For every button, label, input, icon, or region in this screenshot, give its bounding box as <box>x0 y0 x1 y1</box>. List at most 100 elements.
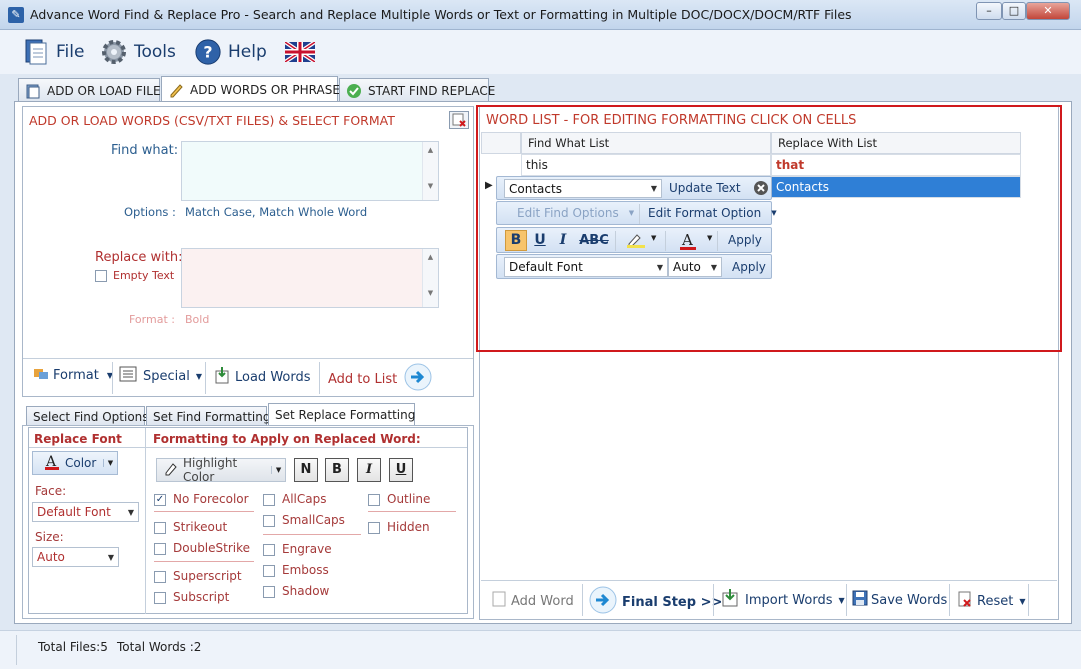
shadow-option[interactable]: Shadow <box>263 584 329 598</box>
edit-text-bar: Contacts ▼ Update Text <box>496 176 772 200</box>
popup-size-select[interactable]: Auto ▼ <box>668 257 722 277</box>
popup-strike-button[interactable]: ABC <box>577 230 611 251</box>
tab-start-find-replace[interactable]: START FIND REPLACE <box>339 78 495 102</box>
tab-add-files-label: ADD OR LOAD FILES <box>47 83 169 98</box>
no-forecolor-option[interactable]: ✓ No Forecolor <box>154 492 249 506</box>
row2-replace-cell[interactable]: Contacts <box>771 176 1021 198</box>
subscript-checkbox[interactable] <box>154 591 166 604</box>
special-icon <box>119 366 137 386</box>
font-toolbar-bar: Default Font ▼ Auto ▼ Apply <box>496 254 772 279</box>
highlight-icon <box>163 461 179 480</box>
shadow-checkbox[interactable] <box>263 585 275 598</box>
popup-bold-button[interactable]: B <box>505 230 527 251</box>
superscript-checkbox[interactable] <box>154 570 166 583</box>
format-normal-button[interactable]: N <box>294 458 318 482</box>
load-words-button[interactable]: Load Words <box>213 366 311 388</box>
add-words-title: ADD OR LOAD WORDS (CSV/TXT FILES) & SELE… <box>29 113 395 128</box>
row1-replace-cell[interactable]: that <box>771 154 1021 176</box>
row1-find-cell[interactable]: this <box>521 154 771 176</box>
final-step-button[interactable]: Final Step >> <box>588 585 722 619</box>
update-text-button[interactable]: Update Text <box>669 181 741 195</box>
add-to-list-button[interactable]: Add to List <box>328 362 433 396</box>
file-icon <box>22 38 50 66</box>
size-select[interactable]: Auto ▼ <box>32 547 119 567</box>
replace-formatting-inner: Replace Font Formatting to Apply on Repl… <box>28 427 468 614</box>
emboss-option[interactable]: Emboss <box>263 563 329 577</box>
menu-help[interactable]: ? Help <box>194 36 267 68</box>
tab-add-files[interactable]: ADD OR LOAD FILES <box>18 78 168 102</box>
reset-button[interactable]: Reset ▼ <box>957 590 1025 612</box>
smallcaps-checkbox[interactable] <box>263 514 275 527</box>
status-bar: Total Files:5 Total Words :2 <box>0 630 1081 669</box>
format-italic-button[interactable]: I <box>357 458 381 482</box>
uk-flag-icon[interactable] <box>283 40 317 65</box>
tab-find-options[interactable]: Select Find Options <box>26 406 149 426</box>
svg-text:?: ? <box>203 43 212 62</box>
replace-scrollbar[interactable]: ▲ ▼ <box>422 249 438 307</box>
import-words-button[interactable]: Import Words ▼ <box>720 588 845 612</box>
grid-corner <box>481 132 521 154</box>
menu-file[interactable]: File <box>22 36 84 68</box>
popup-apply-font-button[interactable]: Apply <box>732 260 766 274</box>
no-forecolor-checkbox[interactable]: ✓ <box>154 493 166 506</box>
popup-highlight-icon[interactable] <box>625 231 647 252</box>
allcaps-checkbox[interactable] <box>263 493 275 506</box>
format-label: Format : <box>129 313 175 326</box>
minimize-button[interactable]: – <box>976 2 1002 20</box>
popup-apply-format-button[interactable]: Apply <box>728 233 762 247</box>
strikeout-checkbox[interactable] <box>154 521 166 534</box>
find-scrollbar[interactable]: ▲ ▼ <box>422 142 438 200</box>
col-find-header[interactable]: Find What List <box>521 132 771 154</box>
outline-checkbox[interactable] <box>368 493 380 506</box>
face-select[interactable]: Default Font ▼ <box>32 502 139 522</box>
cancel-icon[interactable] <box>753 180 769 199</box>
popup-fontcolor-icon[interactable]: A <box>677 230 699 255</box>
edit-format-option-button[interactable]: Edit Format Option ▼ <box>648 206 777 220</box>
find-what-input[interactable]: ▲ ▼ <box>181 141 439 201</box>
popup-font-select[interactable]: Default Font ▼ <box>504 257 668 277</box>
strikeout-option[interactable]: Strikeout <box>154 520 227 534</box>
smallcaps-option[interactable]: SmallCaps <box>263 513 345 527</box>
close-button[interactable]: ✕ <box>1026 2 1070 20</box>
col-replace-header[interactable]: Replace With List <box>771 132 1021 154</box>
format-button[interactable]: Format ▼ <box>33 366 113 384</box>
save-words-button[interactable]: Save Words <box>852 590 947 610</box>
format-bold-button[interactable]: B <box>325 458 349 482</box>
menu-tools[interactable]: Tools <box>100 36 176 68</box>
subscript-option[interactable]: Subscript <box>154 590 229 604</box>
final-step-arrow-icon <box>588 585 618 619</box>
row-pointer-icon: ▶ <box>485 180 493 191</box>
replace-with-input[interactable]: ▲ ▼ <box>181 248 439 308</box>
clear-icon[interactable] <box>449 111 469 129</box>
add-words-group: ADD OR LOAD WORDS (CSV/TXT FILES) & SELE… <box>22 106 474 397</box>
engrave-option[interactable]: Engrave <box>263 542 332 556</box>
popup-italic-button[interactable]: I <box>555 230 571 251</box>
edit-text-input[interactable]: Contacts ▼ <box>504 179 662 198</box>
emboss-checkbox[interactable] <box>263 564 275 577</box>
edit-find-options-button[interactable]: Edit Find Options ▼ <box>517 206 634 220</box>
superscript-option[interactable]: Superscript <box>154 569 242 583</box>
format-underline-button[interactable]: U <box>389 458 413 482</box>
allcaps-option[interactable]: AllCaps <box>263 492 326 506</box>
doublestrike-checkbox[interactable] <box>154 542 166 555</box>
tab-add-words[interactable]: ADD WORDS OR PHRASES <box>161 76 348 102</box>
color-button[interactable]: A Color ▼ <box>32 451 118 475</box>
hidden-option[interactable]: Hidden <box>368 520 430 534</box>
highlight-color-button[interactable]: Highlight Color ▼ <box>156 456 286 484</box>
maximize-button[interactable]: □ <box>1002 2 1026 20</box>
popup-underline-button[interactable]: U <box>531 230 549 251</box>
app-icon: ✎ <box>8 7 24 23</box>
tab-start-label: START FIND REPLACE <box>368 83 496 98</box>
outline-option[interactable]: Outline <box>368 492 430 506</box>
tab-find-formatting[interactable]: Set Find Formatting <box>146 406 270 426</box>
empty-text-checkbox[interactable] <box>95 270 107 282</box>
add-word-button[interactable]: Add Word <box>491 590 574 612</box>
engrave-checkbox[interactable] <box>263 543 275 556</box>
menu-file-label: File <box>56 42 85 62</box>
hidden-checkbox[interactable] <box>368 521 380 534</box>
format-icon <box>33 366 49 384</box>
doublestrike-option[interactable]: DoubleStrike <box>154 541 250 555</box>
tab-replace-formatting[interactable]: Set Replace Formatting <box>268 403 415 426</box>
empty-text-option[interactable]: Empty Text <box>95 269 174 282</box>
special-button[interactable]: Special ▼ <box>119 366 202 386</box>
